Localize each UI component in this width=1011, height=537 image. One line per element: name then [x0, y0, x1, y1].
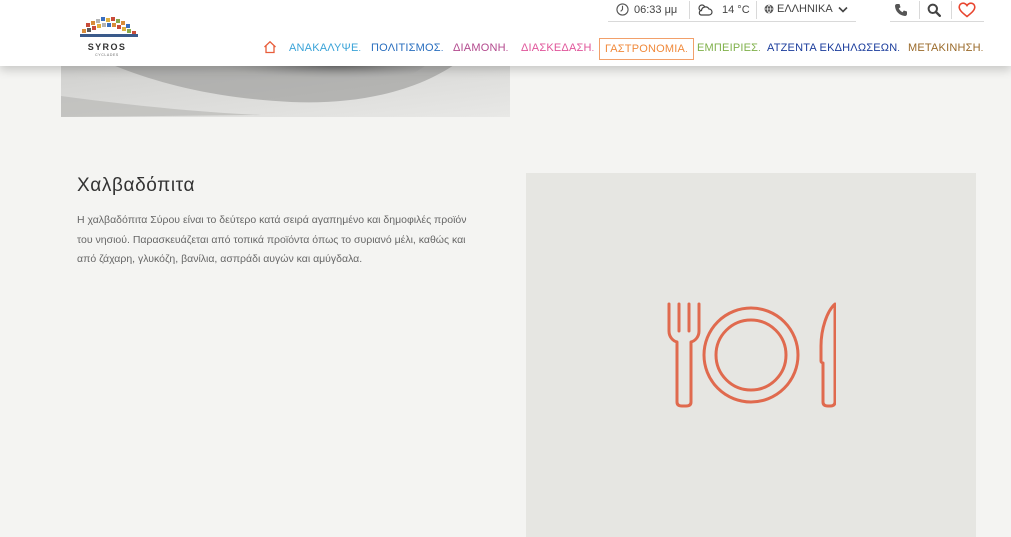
- globe-icon: [764, 4, 774, 14]
- divider: [951, 1, 952, 19]
- search-button[interactable]: [927, 3, 941, 17]
- weather: 14 °C: [696, 3, 750, 17]
- logo-wordmark: SYROS: [87, 42, 127, 52]
- nav-label: ΔΙΑΜΟΝΗ: [453, 42, 506, 54]
- logo-mosaic: [80, 17, 138, 37]
- nav-label: ΕΜΠΕΙΡΙΕΣ: [697, 42, 759, 54]
- divider: [689, 1, 690, 19]
- article-body-line: Η χαλβαδόπιτα Σύρου είναι το δεύτερο κατ…: [77, 214, 467, 226]
- phone-button[interactable]: [894, 3, 908, 17]
- topbar-info: 06:33 μμ 14 °C ΕΛΛΗΝΙΚΑ: [608, 0, 856, 22]
- nav-dot: .: [685, 44, 688, 54]
- temperature-label: 14 °C: [722, 4, 750, 16]
- article-title: Χαλβαδόπιτα: [77, 175, 196, 196]
- language-selector[interactable]: ΕΛΛΗΝΙΚΑ: [764, 3, 848, 15]
- nav-item-diamoni[interactable]: ΔΙΑΜΟΝΗ.: [453, 38, 508, 60]
- heart-icon: [958, 2, 976, 18]
- photo-placeholder: [61, 60, 510, 117]
- previous-article-image: [61, 60, 510, 117]
- nav-item-metakinisi[interactable]: ΜΕΤΑΚΙΝΗΣΗ.: [908, 38, 983, 60]
- nav-label: ΔΙΑΣΚΕΔΑΣΗ: [521, 42, 592, 54]
- nav-item-anakalypse[interactable]: ΑΝΑΚΑΛΥΨΕ.: [289, 38, 361, 60]
- nav-item-empeiries[interactable]: ΕΜΠΕΙΡΙΕΣ.: [697, 38, 761, 60]
- article-body: Η χαλβαδόπιτα Σύρου είναι το δεύτερο κατ…: [77, 211, 497, 270]
- phone-icon: [895, 4, 907, 16]
- clock-icon: [616, 3, 629, 16]
- article-body-line: του νησιού. Παρασκευάζεται από τοπικά πρ…: [77, 233, 466, 246]
- nav-dot: .: [505, 43, 509, 53]
- nav-dot: .: [758, 43, 761, 53]
- divider: [919, 1, 920, 19]
- search-icon: [927, 3, 941, 17]
- current-time: 06:33 μμ: [616, 3, 677, 16]
- weather-cloud-sun-icon: [698, 4, 713, 16]
- nav-dot: .: [980, 43, 984, 53]
- home-icon: [264, 40, 276, 54]
- nav-label: ΑΤΖΕΝΤΑ ΕΚΔΗΛΩΣΕΩΝ: [767, 42, 898, 54]
- chevron-down-icon: [838, 6, 848, 13]
- nav-item-diaskedasi[interactable]: ΔΙΑΣΚΕΔΑΣΗ.: [521, 38, 594, 60]
- nav-item-atzenta[interactable]: ΑΤΖΕΝΤΑ ΕΚΔΗΛΩΣΕΩΝ.: [767, 38, 900, 60]
- nav-label: ΓΑΣΤΡΟΝΟΜΙΑ: [605, 43, 686, 55]
- favorites-button[interactable]: [958, 2, 976, 18]
- nav-label: ΑΝΑΚΑΛΥΨΕ: [289, 42, 359, 54]
- time-label: 06:33 μμ: [634, 3, 678, 16]
- nav-label: ΠΟΛΙΤΙΣΜΟΣ: [371, 42, 441, 54]
- home-link[interactable]: [263, 40, 277, 62]
- nav-item-gastronomia[interactable]: ΓΑΣΤΡΟΝΟΜΙΑ.: [599, 38, 694, 60]
- site-header: SYROS CYCLADES 06:33 μμ 14 °C ΕΛΛΗΝΙΚΑ Α…: [0, 0, 1011, 66]
- article-body-line: από ζάχαρη, γλυκόζη, βανίλια, ασπράδι αυ…: [77, 253, 363, 265]
- topbar-actions: [890, 0, 984, 22]
- nav-dot: .: [897, 43, 901, 53]
- article-image-placeholder: [526, 173, 976, 537]
- divider: [756, 1, 757, 19]
- fork-knife-plate-icon: [667, 302, 836, 408]
- nav-dot: .: [591, 43, 595, 53]
- logo-tagline: CYCLADES: [95, 53, 119, 57]
- nav-label: ΜΕΤΑΚΙΝΗΣΗ: [908, 42, 981, 54]
- nav-item-politismos[interactable]: ΠΟΛΙΤΙΣΜΟΣ.: [371, 38, 444, 60]
- site-logo[interactable]: SYROS CYCLADES: [79, 15, 139, 60]
- nav-dot: .: [440, 43, 444, 53]
- nav-dot: .: [358, 43, 362, 53]
- language-label: ΕΛΛΗΝΙΚΑ: [777, 3, 833, 15]
